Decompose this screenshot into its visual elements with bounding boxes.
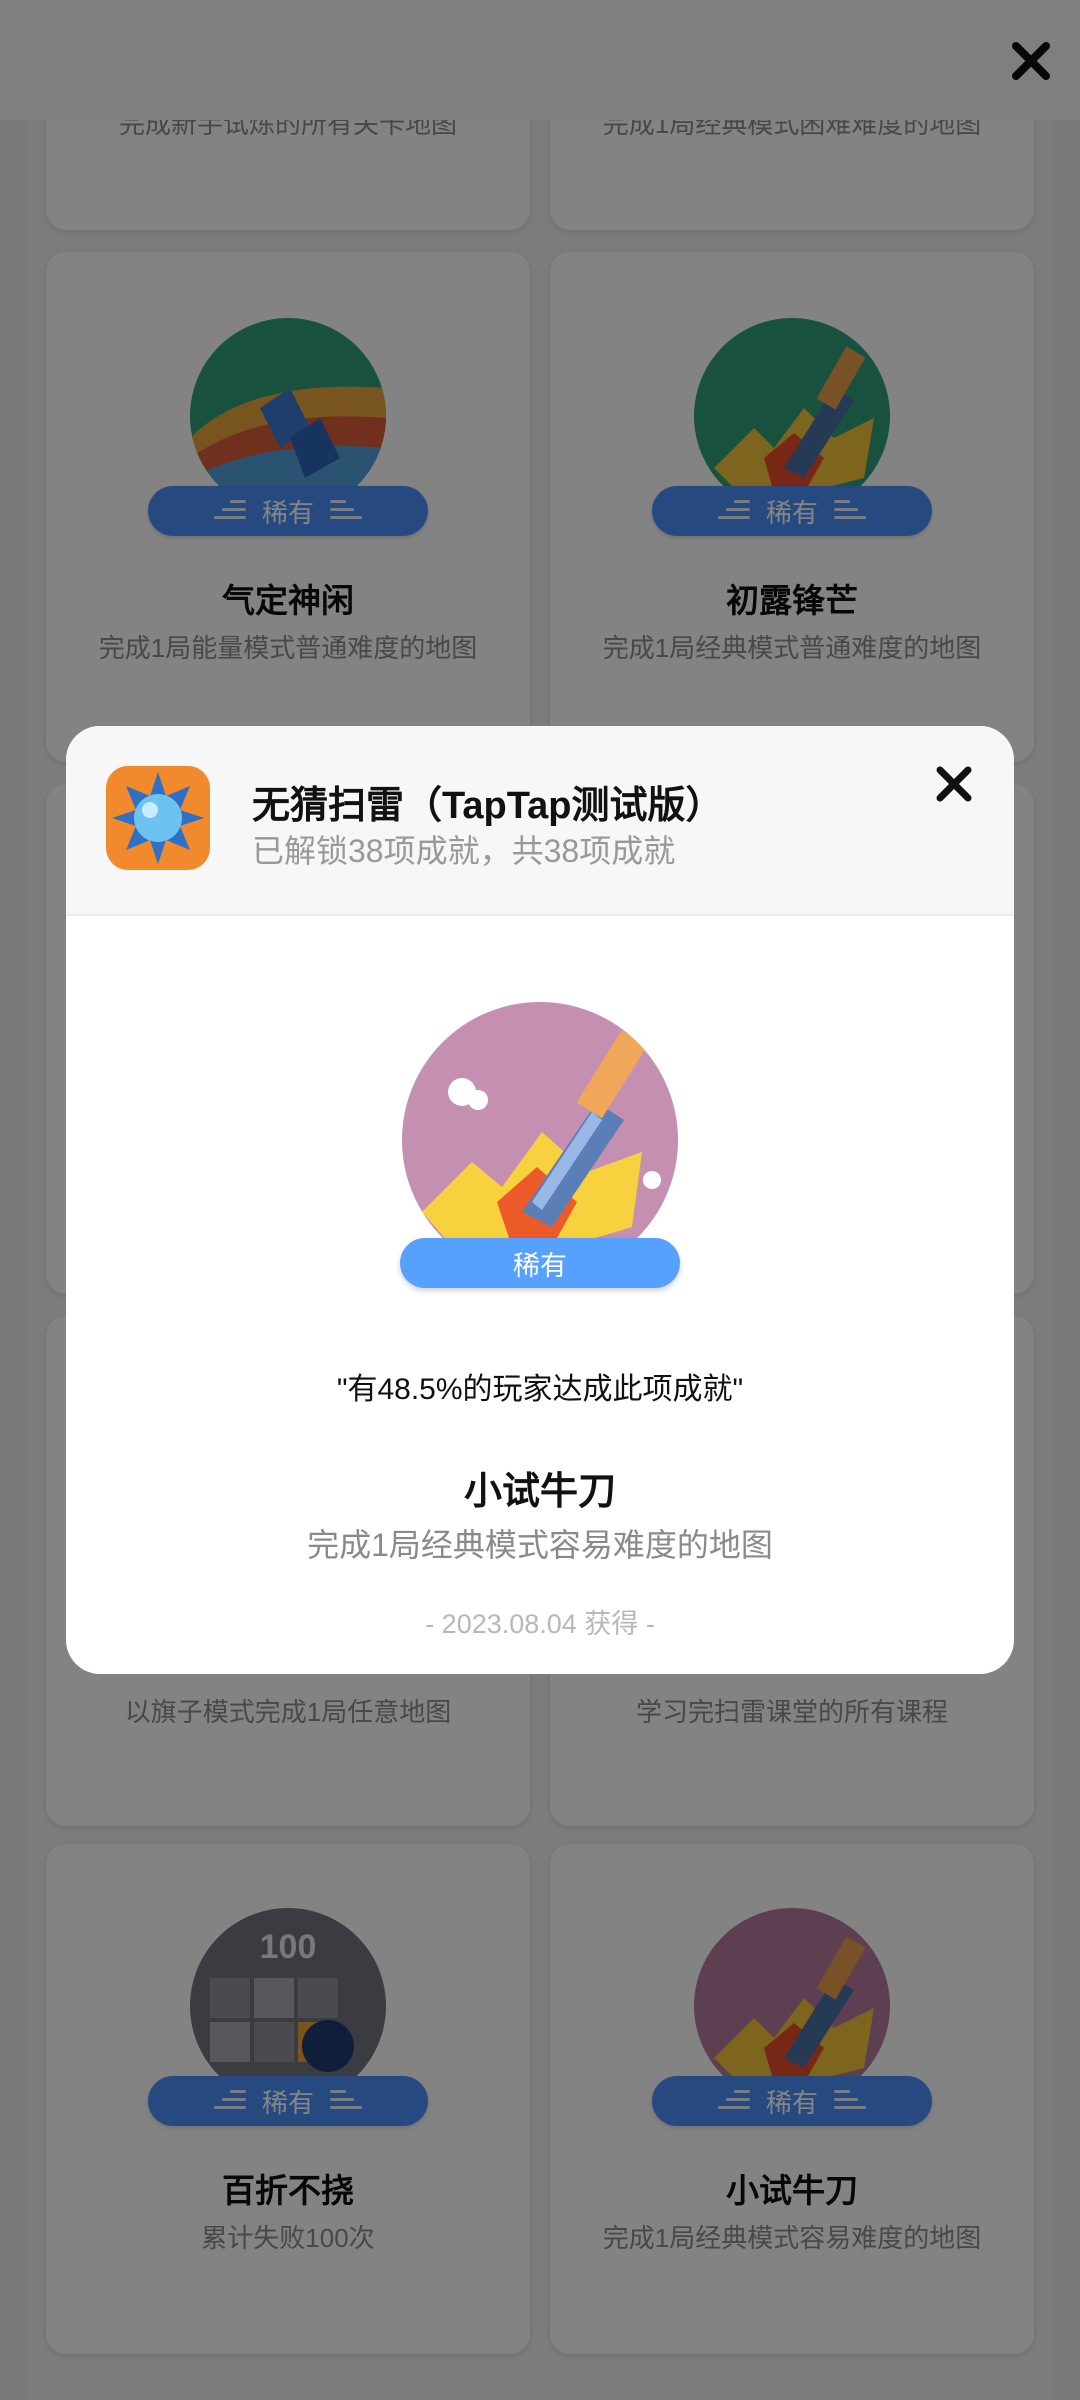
rarity-label: 稀有	[513, 1250, 567, 1281]
modal-header: 无猜扫雷（TapTap测试版） 已解锁38项成就，共38项成就	[66, 726, 1014, 916]
achievement-detail-modal: 无猜扫雷（TapTap测试版） 已解锁38项成就，共38项成就 稀有 "有48.…	[66, 726, 1014, 1674]
completion-rate-quote: "有48.5%的玩家达成此项成就"	[336, 1373, 744, 1406]
obtained-date: - 2023.08.04 获得 -	[425, 1609, 655, 1639]
close-icon[interactable]	[934, 764, 974, 804]
app-icon	[106, 766, 210, 870]
achievement-badge-image	[402, 1002, 678, 1278]
achievement-desc: 完成1局经典模式容易难度的地图	[307, 1527, 773, 1563]
achievement-title: 小试牛刀	[463, 1471, 616, 1513]
rarity-pill: 稀有	[400, 1238, 680, 1288]
app-name: 无猜扫雷（TapTap测试版）	[252, 785, 724, 827]
unlock-status: 已解锁38项成就，共38项成就	[252, 833, 676, 869]
